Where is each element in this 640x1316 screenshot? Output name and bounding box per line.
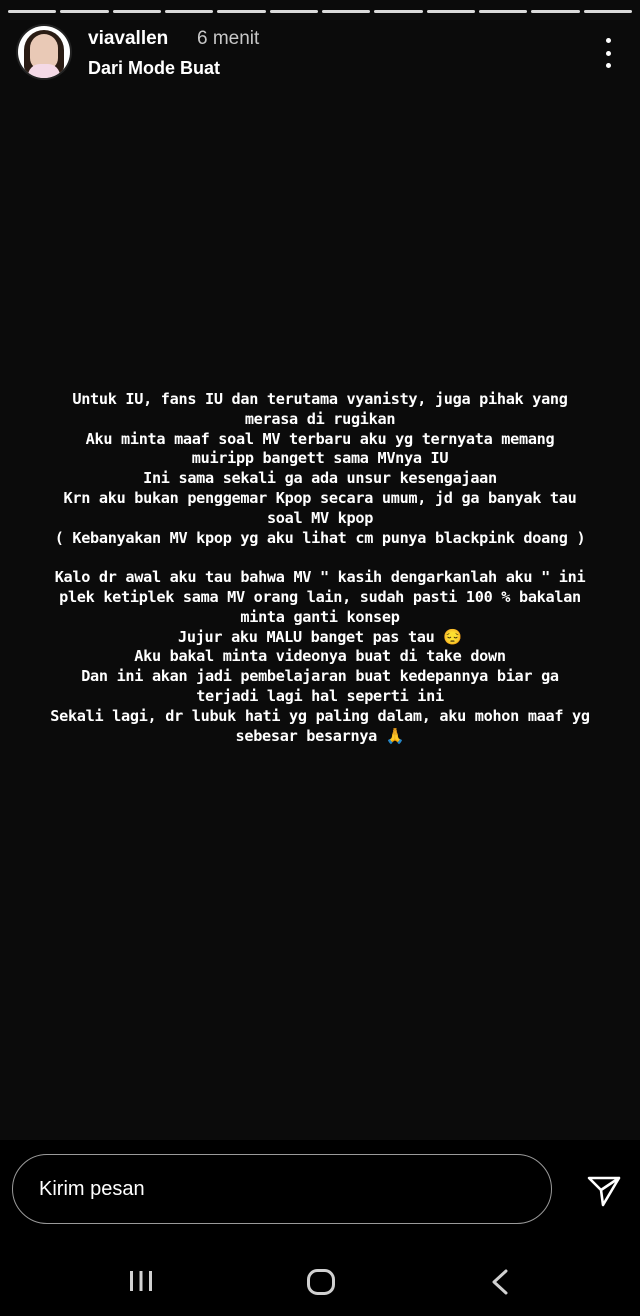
- story-subtitle: Dari Mode Buat: [88, 58, 221, 78]
- home-icon[interactable]: [306, 1268, 336, 1296]
- progress-segment: [583, 10, 632, 13]
- story-view[interactable]: viavallen 6 menit Dari Mode Buat Untuk I…: [0, 0, 640, 1140]
- story-line: minta ganti konsep: [240, 607, 400, 626]
- story-line: Sekali lagi, dr lubuk hati yg paling dal…: [50, 706, 590, 725]
- story-line: Jujur aku MALU banget pas tau 😔: [178, 627, 462, 646]
- story-line: Ini sama sekali ga ada unsur kesengajaan: [143, 469, 497, 488]
- avatar[interactable]: [18, 26, 70, 78]
- system-nav-bar: [0, 1240, 640, 1316]
- more-vertical-icon[interactable]: [600, 38, 616, 68]
- story-line: Krn aku bukan penggemar Kpop secara umum…: [63, 488, 577, 507]
- story-line: Aku minta maaf soal MV terbaru aku yg te…: [85, 429, 555, 448]
- story-header: viavallen 6 menit Dari Mode Buat: [18, 26, 626, 82]
- reply-bar: Kirim pesan: [0, 1140, 640, 1240]
- story-line: Untuk IU, fans IU dan terutama vyanisty,…: [72, 390, 568, 408]
- story-line: muiripp bangett sama MVnya IU: [191, 449, 449, 468]
- progress-segment: [321, 10, 371, 13]
- avatar-body: [28, 64, 60, 78]
- back-icon[interactable]: [488, 1268, 512, 1296]
- progress-segment: [426, 10, 475, 13]
- dot: [605, 38, 611, 43]
- story-line: Dan ini akan jadi pembelajaran buat kede…: [81, 667, 559, 686]
- dot: [605, 63, 611, 68]
- story-line: soal MV kpop: [266, 508, 374, 527]
- send-icon[interactable]: [586, 1174, 622, 1208]
- story-progress-bar: [8, 10, 632, 13]
- story-line: plek ketiplek sama MV orang lain, sudah …: [59, 587, 581, 606]
- dot: [605, 50, 611, 56]
- post-time: 6 menit: [197, 28, 260, 49]
- story-line: ( Kebanyakan MV kpop yg aku lihat cm pun…: [54, 528, 586, 547]
- story-text: Untuk IU, fans IU dan terutama vyanisty,…: [30, 390, 610, 766]
- story-paragraph: Untuk IU, fans IU dan terutama vyanisty,…: [30, 390, 610, 548]
- progress-segment: [531, 10, 580, 13]
- story-line: sebesar besarnya 🙏: [235, 726, 405, 745]
- message-input[interactable]: Kirim pesan: [12, 1154, 552, 1224]
- username[interactable]: viavallen: [88, 28, 168, 50]
- story-line: Kalo dr awal aku tau bahwa MV " kasih de…: [54, 568, 586, 587]
- progress-segment: [217, 10, 266, 13]
- progress-segment: [269, 10, 318, 13]
- story-paragraph: Kalo dr awal aku tau bahwa MV " kasih de…: [30, 568, 610, 746]
- progress-segment: [374, 10, 423, 13]
- progress-segment: [60, 10, 109, 13]
- story-line: merasa di rugikan: [244, 409, 396, 428]
- message-placeholder: Kirim pesan: [39, 1177, 145, 1200]
- story-line: terjadi lagi hal seperti ini: [196, 686, 444, 705]
- story-line: Aku bakal minta videonya buat di take do…: [134, 647, 506, 666]
- recent-apps-icon[interactable]: [128, 1270, 154, 1292]
- progress-segment: [112, 10, 161, 13]
- progress-segment: [478, 10, 528, 13]
- progress-segment: [8, 10, 57, 13]
- progress-segment: [164, 10, 214, 13]
